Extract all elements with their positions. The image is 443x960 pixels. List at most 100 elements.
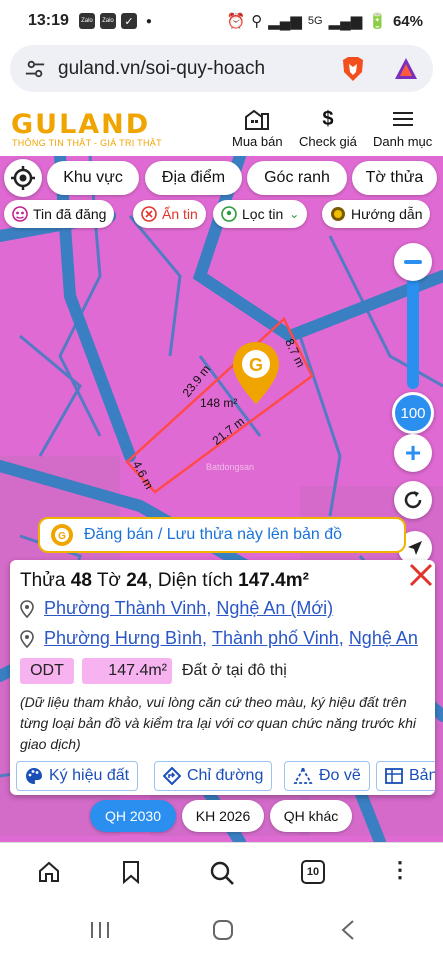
table-button[interactable]: Bảng (376, 761, 435, 791)
location-icon: ⚲ (251, 13, 263, 30)
marker-letter: G (249, 355, 263, 375)
building-icon (245, 109, 270, 130)
dot-icon: ● (145, 15, 152, 27)
layer-qh-2030[interactable]: QH 2030 (90, 800, 176, 832)
home-button-icon[interactable] (212, 919, 234, 941)
table-icon (385, 768, 403, 784)
signal-icon: ▂▄▆ (268, 13, 302, 30)
tool-row: Ký hiệu đất Chỉ đường Đo vẽ Bảng (16, 761, 435, 793)
url-text[interactable]: guland.vn/soi-quy-hoach (58, 58, 339, 80)
toggle-loc-tin[interactable]: Lọc tin ⌄ (213, 200, 308, 228)
toggle-label: Hướng dẫn (351, 206, 423, 222)
palette-icon (25, 767, 43, 785)
toggle-label: Ẩn tin (162, 206, 198, 222)
zoom-out-button[interactable] (394, 243, 432, 281)
zoom-in-button[interactable]: + (394, 434, 432, 472)
sheet-number: 24 (126, 570, 148, 591)
toggle-label: Tin đã đăng (33, 206, 107, 222)
chevron-down-icon: ⌄ (289, 207, 300, 221)
area-prefix: , Diện tích (147, 570, 233, 591)
nav-danh-muc[interactable]: Danh mục (373, 108, 432, 149)
recent-apps-icon[interactable] (88, 920, 112, 940)
site-header: GULAND THÔNG TIN THẬT - GIÁ TRỊ THẬT Mua… (0, 100, 443, 156)
ward-link[interactable]: Phường Hưng Bình (44, 628, 202, 649)
toggle-an-tin[interactable]: Ẩn tin (133, 200, 206, 228)
toggle-label: Lọc tin (242, 206, 284, 222)
nav-check-gia[interactable]: $ Check giá (299, 108, 357, 149)
new-address-row: Phường Thành Vinh, Nghệ An (Mới) (20, 598, 333, 619)
zoom-level[interactable]: 100 (392, 392, 434, 434)
parcel-title: Thửa 48 Tờ 24, Diện tích 147.4m² (20, 570, 309, 592)
tool-label: Ký hiệu đất (49, 767, 130, 784)
refresh-icon (404, 491, 422, 509)
tabs-button[interactable]: 10 (301, 860, 325, 884)
guide-icon (330, 206, 346, 222)
brave-rewards-icon[interactable] (393, 56, 419, 82)
toggle-huong-dan[interactable]: Hướng dẫn (322, 200, 431, 228)
browser-toolbar: 10 ⋮ (0, 842, 443, 902)
more-options-icon[interactable]: ⋮ (389, 857, 411, 883)
close-icon[interactable] (408, 562, 434, 588)
parcel-info-card: Thửa 48 Tờ 24, Diện tích 147.4m² Phường … (10, 560, 435, 795)
title-prefix: Thửa (20, 570, 66, 591)
filter-to-thua[interactable]: Tờ thửa (352, 161, 437, 195)
map-watermark: Batdongsan (206, 462, 255, 472)
tool-label: Bảng (409, 767, 435, 784)
ward-link[interactable]: Phường Thành Vinh (44, 598, 206, 619)
hide-x-icon (141, 206, 157, 222)
city-link[interactable]: Thành phố Vinh (212, 628, 339, 649)
layer-qh-khac[interactable]: QH khác (270, 800, 352, 832)
old-address-row: Phường Hưng Bình, Thành phố Vinh, Nghệ A… (20, 628, 418, 649)
battery-level: 64% (392, 12, 423, 30)
zalo-notification-icon: Zalo (99, 13, 116, 29)
land-use-description: Đất ở tại đô thị (182, 662, 287, 679)
bookmark-icon[interactable] (120, 860, 142, 884)
site-settings-icon[interactable] (24, 58, 46, 80)
menu-icon (392, 112, 413, 126)
post-parcel-banner[interactable]: G Đăng bán / Lưu thửa này lên bản đồ (38, 517, 406, 553)
directions-button[interactable]: Chỉ đường (154, 761, 273, 791)
back-icon[interactable] (340, 919, 356, 941)
guland-logo[interactable]: GULAND (11, 109, 150, 140)
parcel-number: 48 (70, 570, 92, 591)
parcel-marker-icon[interactable]: G (231, 340, 281, 406)
disclaimer-note: (Dữ liệu tham khảo, vui lòng căn cứ theo… (20, 694, 416, 752)
layer-kh-2026[interactable]: KH 2026 (182, 800, 264, 832)
brave-shield-icon[interactable] (339, 55, 367, 83)
zoom-slider[interactable] (407, 277, 419, 389)
address-bar[interactable]: guland.vn/soi-quy-hoach (10, 45, 433, 92)
filter-dia-diem[interactable]: Địa điểm (145, 161, 242, 195)
posted-icon (12, 206, 28, 222)
filter-khu-vuc[interactable]: Khu vực (47, 161, 139, 195)
land-use-code: ODT (20, 658, 74, 684)
tool-label: Đo vẽ (319, 767, 361, 784)
parcel-area: 147.4m² (238, 570, 309, 591)
navigation-arrow-icon (408, 541, 422, 555)
province-link[interactable]: Nghệ An (Mới) (216, 598, 333, 619)
refresh-button[interactable] (394, 481, 432, 519)
signal-icon: ▂▄▆ (328, 13, 363, 30)
map-pin-icon (221, 206, 237, 222)
toggle-tin-da-dang[interactable]: Tin đã đăng (4, 200, 115, 228)
guland-g-icon: G (51, 524, 73, 546)
tool-label: Chỉ đường (187, 767, 264, 784)
filter-goc-ranh[interactable]: Góc ranh (247, 161, 347, 195)
check-notification-icon: ✓ (120, 13, 137, 29)
location-pin-icon (20, 599, 34, 618)
nav-label: Mua bán (232, 134, 283, 149)
province-link[interactable]: Nghệ An (349, 628, 418, 649)
wifi-icon: 5G (307, 15, 323, 27)
dollar-icon: $ (322, 108, 334, 130)
location-pin-icon (20, 629, 34, 648)
alarm-icon: ⏰ (226, 13, 246, 30)
locate-me-button[interactable] (4, 159, 42, 197)
land-legend-button[interactable]: Ký hiệu đất (16, 761, 139, 791)
plus-icon: + (404, 437, 422, 468)
search-icon[interactable] (209, 860, 235, 886)
measure-button[interactable]: Đo vẽ (284, 761, 370, 791)
nav-mua-ban[interactable]: Mua bán (232, 108, 283, 149)
crosshair-icon (11, 166, 35, 190)
land-use-area: 147.4m² (82, 658, 172, 684)
home-icon[interactable] (37, 860, 61, 884)
directions-icon (163, 767, 181, 785)
